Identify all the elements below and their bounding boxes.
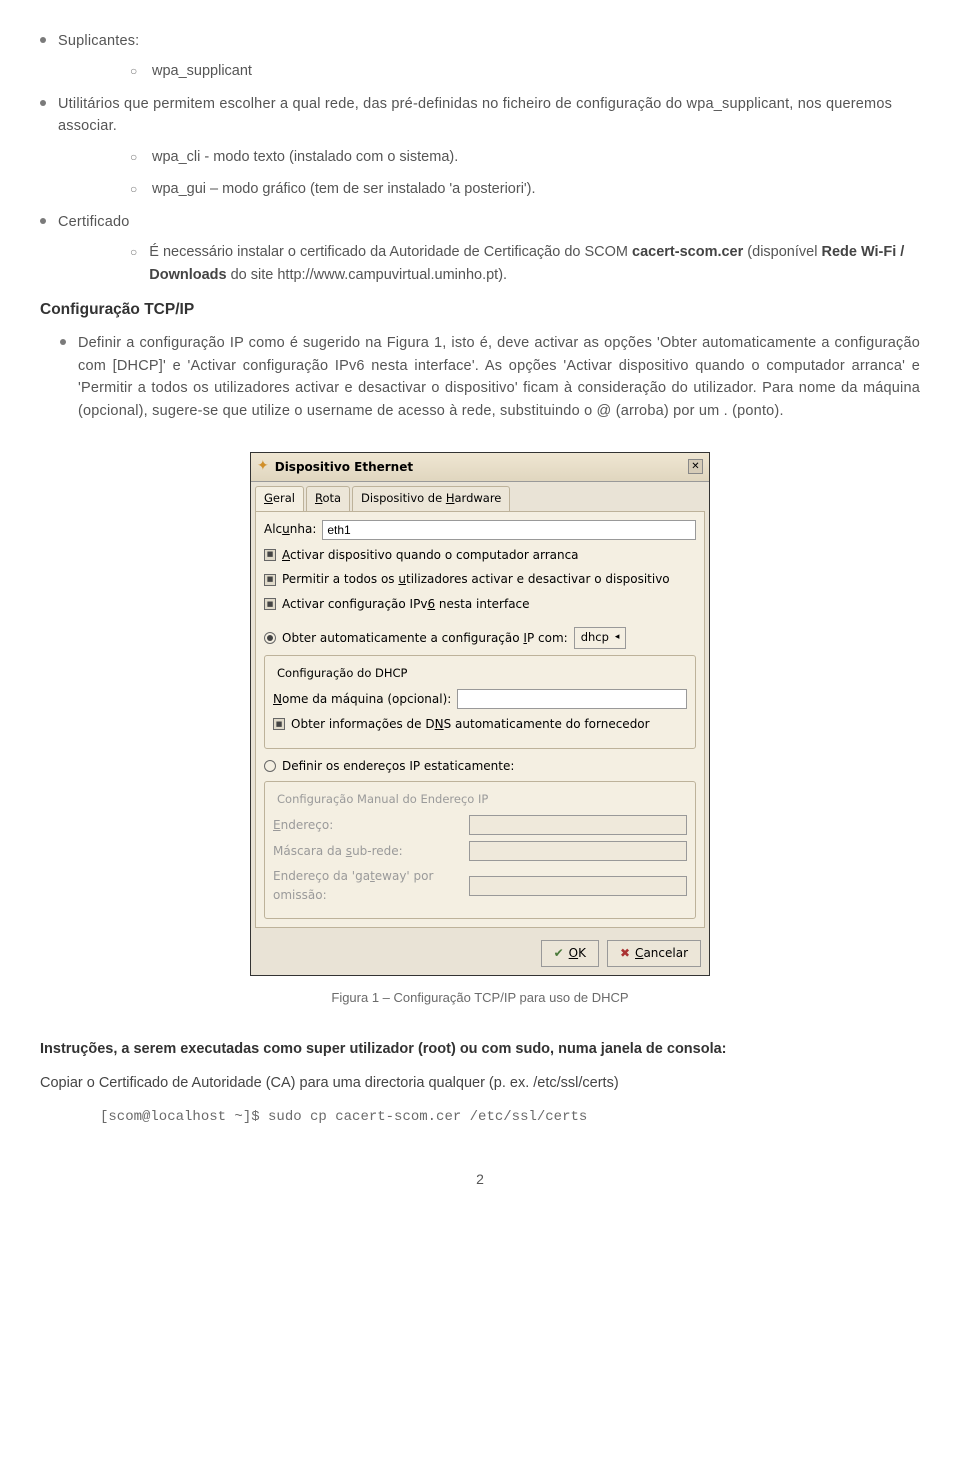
mascara-label: Máscara da sub-rede:: [273, 842, 463, 861]
suplicantes-label: Suplicantes:: [58, 30, 139, 52]
cert-b: (disponível: [743, 244, 821, 260]
bullet-icon: [40, 100, 46, 106]
cert-c: do site http://www.campuvirtual.uminho.p…: [227, 267, 507, 283]
chk-activar-label: Activar dispositivo quando o computador …: [282, 546, 579, 565]
chk-permitir-label: Permitir a todos os utilizadores activar…: [282, 570, 670, 589]
certificado-label: Certificado: [58, 211, 130, 233]
ok-icon: ✔: [554, 944, 564, 963]
alcunha-input[interactable]: [322, 520, 696, 540]
dialog-title: Dispositivo Ethernet: [275, 458, 688, 477]
tcp-paragraph: Definir a configuração IP como é sugerid…: [78, 332, 920, 422]
cert-a: É necessário instalar o certificado da A…: [149, 244, 632, 260]
tab-hardware[interactable]: Dispositivo de Hardware: [352, 486, 510, 511]
mascara-input: [469, 841, 687, 861]
footer-heading: Instruções, a serem executadas como supe…: [40, 1038, 920, 1060]
certificado-text: É necessário instalar o certificado da A…: [149, 241, 920, 286]
checkbox-dns[interactable]: [273, 718, 285, 730]
tab-rota[interactable]: Rota: [306, 486, 350, 511]
endereco-input: [469, 815, 687, 835]
radio-auto-label: Obter automaticamente a configuração IP …: [282, 629, 568, 648]
star-icon: ✦: [257, 456, 269, 478]
cancel-icon: ✖: [620, 944, 630, 963]
footer-text: Copiar o Certificado de Autoridade (CA) …: [40, 1072, 920, 1094]
tab-geral[interactable]: GGeraleral: [255, 486, 304, 511]
radio-static[interactable]: [264, 760, 276, 772]
chk-dns-label: Obter informações de DNS automaticamente…: [291, 715, 650, 734]
utilitarios-text: Utilitários que permitem escolher a qual…: [58, 93, 920, 138]
close-icon[interactable]: ✕: [688, 459, 703, 474]
sub-bullet-icon: ○: [130, 180, 140, 199]
radio-auto[interactable]: [264, 632, 276, 644]
cert-bold-a: cacert-scom.cer: [632, 244, 743, 260]
chevron-down-icon: ◂: [615, 631, 620, 645]
wpa-gui-text: wpa_gui – modo gráfico (tem de ser insta…: [152, 178, 536, 200]
gateway-label: Endereço da 'gateway' por omissão:: [273, 867, 463, 904]
figure-caption: Figura 1 – Configuração TCP/IP para uso …: [40, 988, 920, 1008]
code-block: [scom@localhost ~]$ sudo cp cacert-scom.…: [100, 1107, 920, 1129]
cancel-button[interactable]: ✖ Cancelar: [607, 940, 701, 967]
dhcp-dropdown[interactable]: dhcp◂: [574, 627, 627, 649]
checkbox-ipv6[interactable]: [264, 598, 276, 610]
alcunha-label: Alcunha:: [264, 520, 316, 539]
wpa-cli-text: wpa_cli - modo texto (instalado com o si…: [152, 146, 458, 168]
page-number: 2: [40, 1169, 920, 1191]
checkbox-permitir[interactable]: [264, 574, 276, 586]
bullet-icon: [60, 339, 66, 345]
dhcp-group-title: Configuração do DHCP: [273, 665, 411, 683]
ethernet-dialog: ✦ Dispositivo Ethernet ✕ GGeraleral Rota…: [250, 452, 710, 976]
tcp-heading: Configuração TCP/IP: [40, 298, 920, 322]
endereco-label: Endereço:: [273, 816, 463, 835]
nome-maquina-input[interactable]: [457, 689, 687, 709]
sub-bullet-icon: ○: [130, 62, 140, 81]
ok-button[interactable]: ✔ OK: [541, 940, 599, 967]
gateway-input: [469, 876, 687, 896]
manual-group-title: Configuração Manual do Endereço IP: [273, 791, 492, 809]
bullet-icon: [40, 37, 46, 43]
sub-bullet-icon: ○: [130, 148, 140, 167]
nome-maquina-label: Nome da máquina (opcional):: [273, 690, 451, 709]
radio-static-label: Definir os endereços IP estaticamente:: [282, 757, 514, 776]
checkbox-activar[interactable]: [264, 549, 276, 561]
chk-ipv6-label: Activar configuração IPv6 nesta interfac…: [282, 595, 530, 614]
bullet-icon: [40, 218, 46, 224]
wpa-supplicant-text: wpa_supplicant: [152, 60, 252, 82]
sub-bullet-icon: ○: [130, 243, 137, 262]
